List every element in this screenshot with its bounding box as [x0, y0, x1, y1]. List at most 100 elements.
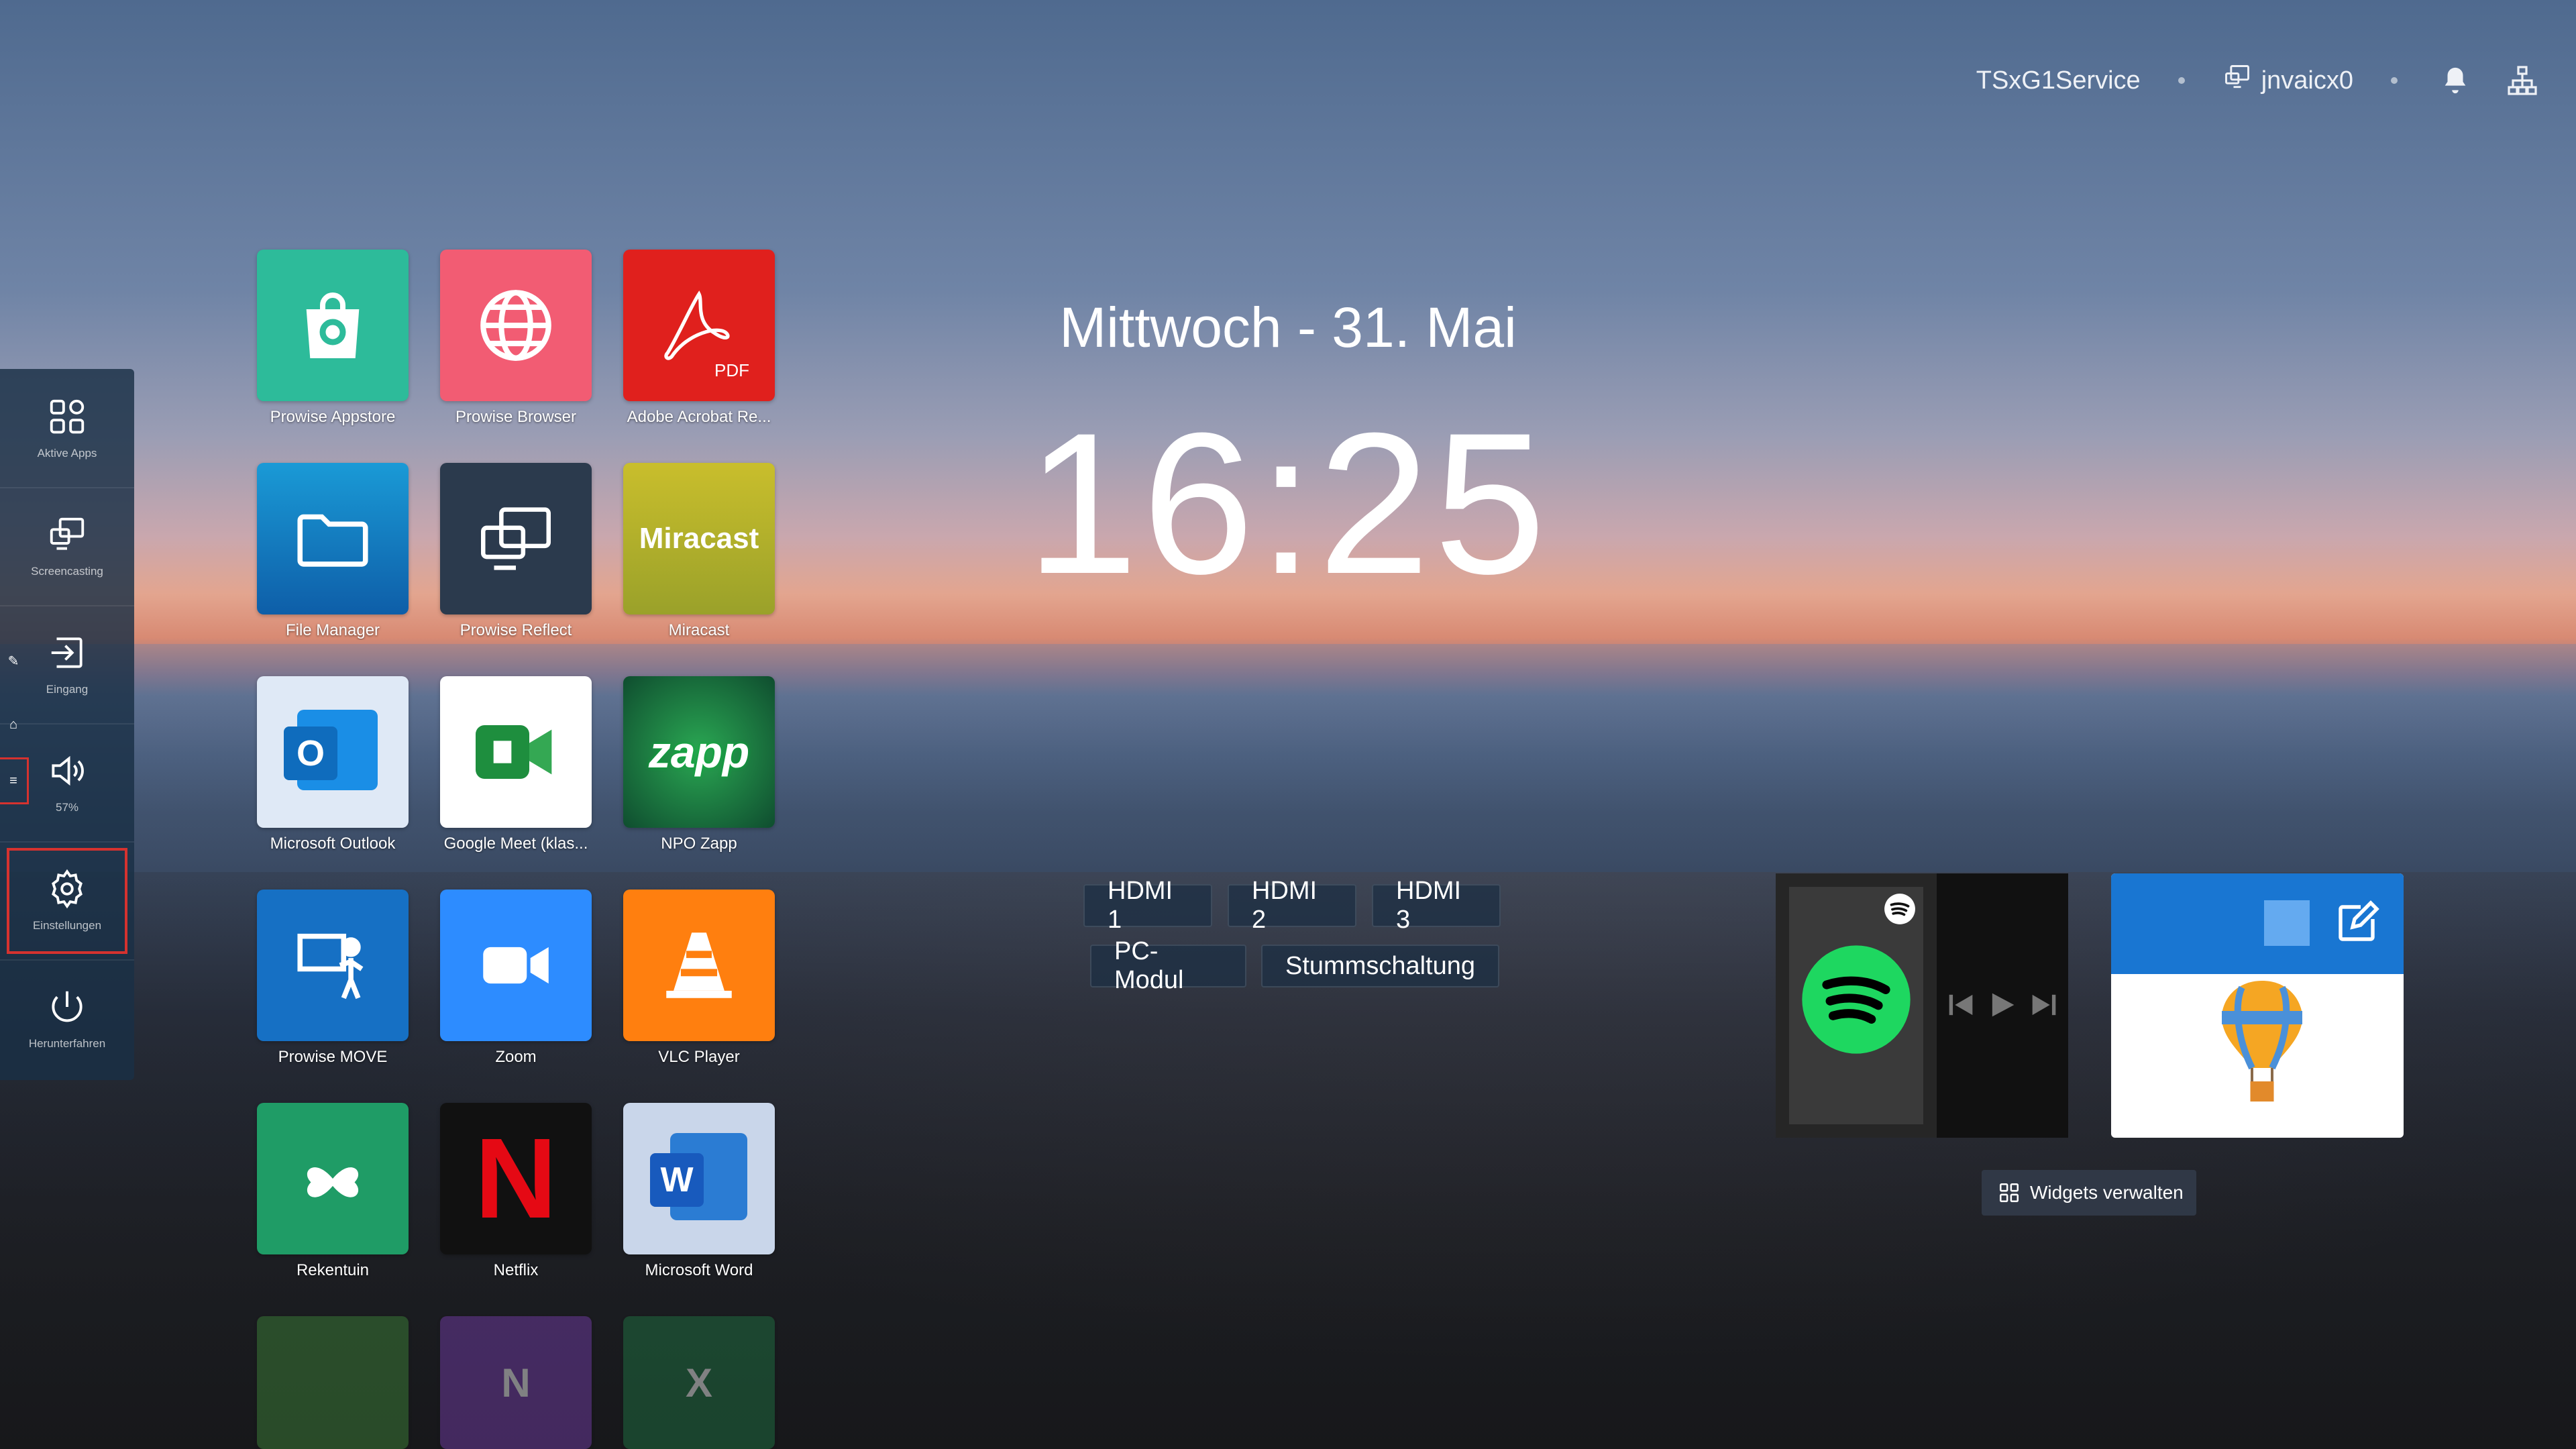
sidebar-item-label: 57% — [55, 801, 79, 814]
netflix-icon: N — [440, 1103, 592, 1254]
separator-dot — [2391, 77, 2398, 84]
outlook-icon: O — [257, 676, 409, 828]
note-widget[interactable] — [2111, 873, 2404, 1138]
apps-icon — [50, 399, 85, 434]
input-icon — [51, 637, 83, 668]
zapp-logo-text: zapp — [648, 727, 750, 777]
app-label: Microsoft Word — [645, 1261, 753, 1279]
sidebar-item-label: Eingang — [46, 683, 89, 696]
play-icon[interactable] — [1985, 987, 2020, 1022]
volume-icon — [52, 755, 84, 786]
app-label: Prowise MOVE — [278, 1048, 388, 1066]
sidebar-item-active-apps[interactable]: Aktive Apps — [0, 369, 134, 488]
sidebar-item-settings[interactable]: Einstellungen — [0, 841, 134, 961]
app-label: NPO Zapp — [661, 835, 737, 853]
sidebar-item-screencasting[interactable]: Screencasting — [0, 487, 134, 606]
menu-icon[interactable]: ≡ — [0, 757, 29, 804]
color-square-icon[interactable] — [2264, 900, 2310, 946]
hot-air-balloon-icon — [2222, 981, 2302, 1102]
traffic-cone-icon — [623, 890, 775, 1041]
top-bar: TSxG1Service jnvaicx0 — [1976, 60, 2542, 101]
app-prowise-appstore[interactable]: Prowise Appstore — [257, 250, 409, 427]
app-microsoft-outlook[interactable]: O Microsoft Outlook — [257, 676, 409, 853]
app-rekentuin[interactable]: Rekentuin — [257, 1103, 409, 1280]
clock-display: 16:25 — [1026, 390, 1550, 616]
edit-icon[interactable] — [2332, 899, 2381, 947]
sidebar-item-label: Aktive Apps — [37, 447, 97, 460]
next-track-icon[interactable] — [2027, 987, 2061, 1022]
input-hdmi-1-button[interactable]: HDMI 1 — [1083, 877, 1212, 934]
app-miracast[interactable]: Miracast Miracast — [623, 463, 775, 640]
spotify-widget[interactable] — [1776, 873, 2068, 1138]
folder-icon — [257, 463, 409, 614]
app-npo-zapp[interactable]: zapp NPO Zapp — [623, 676, 775, 853]
app-google-meet[interactable]: Google Meet (klas... — [440, 676, 592, 853]
app-label: Adobe Acrobat Re... — [627, 408, 771, 426]
app-prowise-move[interactable]: Prowise MOVE — [257, 890, 409, 1067]
manage-widgets-button[interactable]: Widgets verwalten — [1982, 1170, 2196, 1216]
word-icon: W — [623, 1103, 775, 1254]
app-label: Zoom — [495, 1048, 537, 1066]
app-label: Prowise Browser — [455, 408, 577, 426]
app-label: Prowise Reflect — [460, 621, 572, 639]
app-adobe-acrobat[interactable]: PDF Adobe Acrobat Re... — [623, 250, 775, 427]
sidebar-item-label: Screencasting — [31, 565, 103, 578]
pencil-icon — [257, 1316, 409, 1449]
home-icon[interactable]: ⌂ — [0, 708, 27, 741]
app-zoom[interactable]: Zoom — [440, 890, 592, 1067]
device-name: TSxG1Service — [1976, 66, 2141, 95]
bell-icon[interactable] — [2435, 60, 2475, 101]
spotify-icon — [1802, 945, 1911, 1054]
zoom-camera-icon — [440, 890, 592, 1041]
excel-icon: X — [623, 1316, 775, 1449]
app-prowise-reflect[interactable]: Prowise Reflect — [440, 463, 592, 640]
miracast-icon: Miracast — [623, 463, 775, 614]
app-faded-3[interactable]: X — [623, 1316, 775, 1449]
manage-widgets-label: Widgets verwalten — [2030, 1182, 2184, 1203]
input-hdmi-3-button[interactable]: HDMI 3 — [1372, 877, 1501, 934]
app-microsoft-word[interactable]: W Microsoft Word — [623, 1103, 775, 1280]
app-label: Microsoft Outlook — [270, 835, 396, 853]
app-label: Prowise Appstore — [270, 408, 396, 426]
screencast-icon — [50, 517, 85, 550]
app-faded-1[interactable] — [257, 1316, 409, 1449]
sidebar-item-label: Herunterfahren — [28, 1037, 106, 1050]
app-label: Miracast — [668, 621, 730, 639]
app-label: Netflix — [493, 1261, 539, 1279]
app-vlc-player[interactable]: VLC Player — [623, 890, 775, 1067]
app-label: Google Meet (klas... — [443, 835, 588, 853]
app-faded-2[interactable]: N — [440, 1316, 592, 1449]
sidebar-item-label: Einstellungen — [32, 919, 102, 932]
video-camera-icon — [440, 676, 592, 828]
sidebar-item-shutdown[interactable]: Herunterfahren — [0, 959, 134, 1077]
mute-button[interactable]: Stummschaltung — [1261, 945, 1499, 987]
globe-icon — [440, 250, 592, 401]
screencast-icon — [440, 463, 592, 614]
app-file-manager[interactable]: File Manager — [257, 463, 409, 640]
date-display: Mittwoch - 31. Mai — [1059, 296, 1517, 359]
previous-track-icon[interactable] — [1943, 987, 1978, 1022]
app-label: Rekentuin — [296, 1261, 370, 1279]
app-prowise-browser[interactable]: Prowise Browser — [440, 250, 592, 427]
input-hdmi-2-button[interactable]: HDMI 2 — [1228, 877, 1356, 934]
miracast-logo-text: Miracast — [639, 522, 759, 555]
spotify-album-art — [1789, 887, 1923, 1124]
clover-icon — [257, 1103, 409, 1254]
power-icon — [52, 991, 83, 1022]
zapp-logo-icon: zapp — [623, 676, 775, 828]
pen-icon[interactable]: ✎ — [0, 644, 27, 678]
onenote-icon: N — [440, 1316, 592, 1449]
widgets-icon — [1999, 1183, 2019, 1203]
device-name-text: TSxG1Service — [1976, 66, 2141, 95]
screen-share-name: jnvaicx0 — [2261, 66, 2353, 95]
network-icon[interactable] — [2502, 60, 2542, 101]
app-netflix[interactable]: N Netflix — [440, 1103, 592, 1280]
person-presenting-icon — [257, 890, 409, 1041]
screen-share-code[interactable]: jnvaicx0 — [2222, 62, 2353, 99]
word-letter: W — [650, 1153, 704, 1207]
note-widget-header — [2111, 873, 2404, 974]
outlook-letter: O — [284, 727, 337, 780]
input-pc-module-button[interactable]: PC-Modul — [1090, 937, 1246, 994]
settings-icon — [52, 869, 83, 909]
acrobat-icon: PDF — [623, 250, 775, 401]
